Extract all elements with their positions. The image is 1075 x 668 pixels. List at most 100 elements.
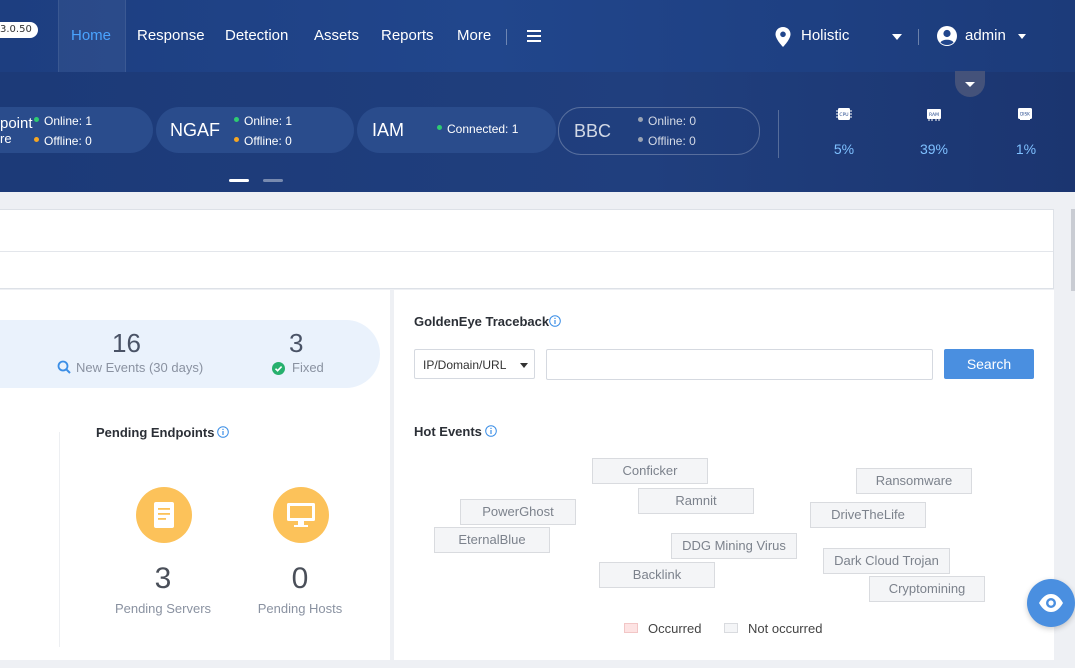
offline-dot xyxy=(234,137,239,143)
online-dot xyxy=(638,117,643,123)
fixed-label: Fixed xyxy=(292,360,324,375)
hot-event-tag[interactable]: Conficker xyxy=(592,458,708,484)
device-pill-endpoint[interactable]: point re Online: 1 Offline: 0 xyxy=(0,107,153,153)
device-name: BBC xyxy=(574,121,612,141)
top-nav: 3.0.50 Home Response Detection Assets Re… xyxy=(0,0,1075,72)
pending-hosts-count[interactable]: 0 xyxy=(270,562,330,596)
info-icon[interactable] xyxy=(485,425,497,437)
view-toggle-button[interactable] xyxy=(1027,579,1075,627)
hot-event-tag[interactable]: Ramnit xyxy=(638,488,754,514)
disk-icon: DISK xyxy=(1018,108,1032,120)
legend-occurred-label: Occurred xyxy=(648,621,702,636)
chevron-down-icon xyxy=(965,82,975,87)
new-events-count[interactable]: 16 xyxy=(112,328,141,359)
cpu-usage-value: 5% xyxy=(833,141,855,157)
device-connected-text: Connected: 1 xyxy=(447,122,519,136)
traceback-search-input[interactable] xyxy=(546,349,933,380)
legend-not-occurred-label: Not occurred xyxy=(748,621,823,636)
chevron-down-icon xyxy=(520,363,528,368)
traceback-type-select[interactable]: IP/Domain/URL xyxy=(414,349,535,379)
nav-response[interactable]: Response xyxy=(137,27,205,44)
info-icon[interactable] xyxy=(549,315,561,327)
svg-text:CPU: CPU xyxy=(839,112,848,118)
device-online: Online: 1 xyxy=(34,114,92,128)
device-offline-text: Offline: 0 xyxy=(244,134,292,148)
eye-icon xyxy=(1039,594,1063,612)
device-offline: Offline: 0 xyxy=(234,134,292,148)
device-name-line2: re xyxy=(0,131,12,146)
page-bottom-gap xyxy=(0,660,1054,668)
hot-event-tag[interactable]: Ransomware xyxy=(856,468,972,494)
online-dot xyxy=(34,117,39,123)
nav-separator-2 xyxy=(918,29,919,45)
online-dot xyxy=(437,125,442,131)
device-offline: Offline: 0 xyxy=(34,134,92,148)
band-divider xyxy=(778,110,779,158)
page-scrollbar-thumb[interactable] xyxy=(1071,209,1075,291)
hot-event-tag[interactable]: Backlink xyxy=(599,562,715,588)
nav-reports[interactable]: Reports xyxy=(381,27,434,44)
device-name: NGAF xyxy=(170,120,221,140)
user-dropdown-icon[interactable] xyxy=(1018,34,1026,39)
desktop-icon xyxy=(287,503,315,527)
pending-hosts-icon-bg xyxy=(273,487,329,543)
nav-assets[interactable]: Assets xyxy=(314,27,359,44)
nav-more[interactable]: More xyxy=(457,27,491,44)
ram-icon: RAM xyxy=(927,109,941,121)
offline-dot xyxy=(34,137,39,143)
nav-detection[interactable]: Detection xyxy=(225,27,288,44)
carousel-dot-active[interactable] xyxy=(229,179,249,182)
check-circle-icon xyxy=(272,362,285,375)
pending-servers-count[interactable]: 3 xyxy=(133,562,193,596)
cpu-icon: CPU xyxy=(836,108,852,120)
device-pill-bbc[interactable]: BBC Online: 0 Offline: 0 xyxy=(558,107,760,155)
panel-divider xyxy=(0,251,1053,252)
pending-hosts-label: Pending Hosts xyxy=(257,601,343,616)
device-pill-ngaf[interactable]: NGAF Online: 1 Offline: 0 xyxy=(156,107,354,153)
pending-endpoints-title: Pending Endpoints xyxy=(96,425,215,440)
hot-event-tag[interactable]: Cryptomining xyxy=(869,576,985,602)
device-online-text: Online: 1 xyxy=(44,114,93,128)
svg-text:RAM: RAM xyxy=(929,112,939,118)
fixed-count[interactable]: 3 xyxy=(289,328,303,359)
online-dot xyxy=(234,117,239,123)
device-online-text: Online: 0 xyxy=(648,114,697,128)
hot-event-tag[interactable]: Dark Cloud Trojan xyxy=(823,548,950,574)
search-button[interactable]: Search xyxy=(944,349,1034,379)
nav-separator xyxy=(506,29,507,45)
event-stats-bar: 16 New Events (30 days) 3 Fixed xyxy=(0,320,380,388)
hot-event-tag[interactable]: PowerGhost xyxy=(460,499,576,525)
hot-event-tag[interactable]: DDG Mining Virus xyxy=(671,533,797,559)
location-pin-icon xyxy=(775,27,791,47)
pending-servers-icon-bg xyxy=(136,487,192,543)
offline-dot xyxy=(638,137,643,143)
device-offline: Offline: 0 xyxy=(638,134,696,148)
device-offline-text: Offline: 0 xyxy=(648,134,696,148)
info-icon[interactable] xyxy=(217,426,229,438)
legend-occurred-swatch xyxy=(624,623,638,633)
goldeneye-traceback-title: GoldenEye Traceback xyxy=(414,314,550,329)
menu-icon[interactable] xyxy=(527,30,541,42)
tab-panel xyxy=(0,209,1054,289)
location-selector[interactable]: Holistic xyxy=(801,27,849,44)
legend-not-occurred-swatch xyxy=(724,623,738,633)
hot-event-tag[interactable]: EternalBlue xyxy=(434,527,550,553)
device-pill-iam[interactable]: IAM Connected: 1 xyxy=(357,107,556,153)
device-name: IAM xyxy=(372,120,405,140)
user-menu[interactable]: admin xyxy=(965,27,1006,44)
device-offline-text: Offline: 0 xyxy=(44,134,92,148)
column-divider xyxy=(59,432,60,647)
events-panel: 16 New Events (30 days) 3 Fixed Pending … xyxy=(0,290,390,660)
device-online: Online: 0 xyxy=(638,114,696,128)
carousel-dot[interactable] xyxy=(263,179,283,182)
traceback-type-value: IP/Domain/URL xyxy=(423,358,507,372)
pending-servers-label: Pending Servers xyxy=(114,601,212,616)
user-avatar-icon[interactable] xyxy=(936,25,958,47)
traceback-panel: GoldenEye Traceback IP/Domain/URL Search… xyxy=(394,290,1054,660)
location-dropdown-icon[interactable] xyxy=(892,34,902,40)
hot-event-tag[interactable]: DriveTheLife xyxy=(810,502,926,528)
svg-text:DISK: DISK xyxy=(1020,112,1030,117)
device-name: point xyxy=(0,115,33,132)
nav-home[interactable]: Home xyxy=(71,27,111,44)
device-online: Online: 1 xyxy=(234,114,292,128)
